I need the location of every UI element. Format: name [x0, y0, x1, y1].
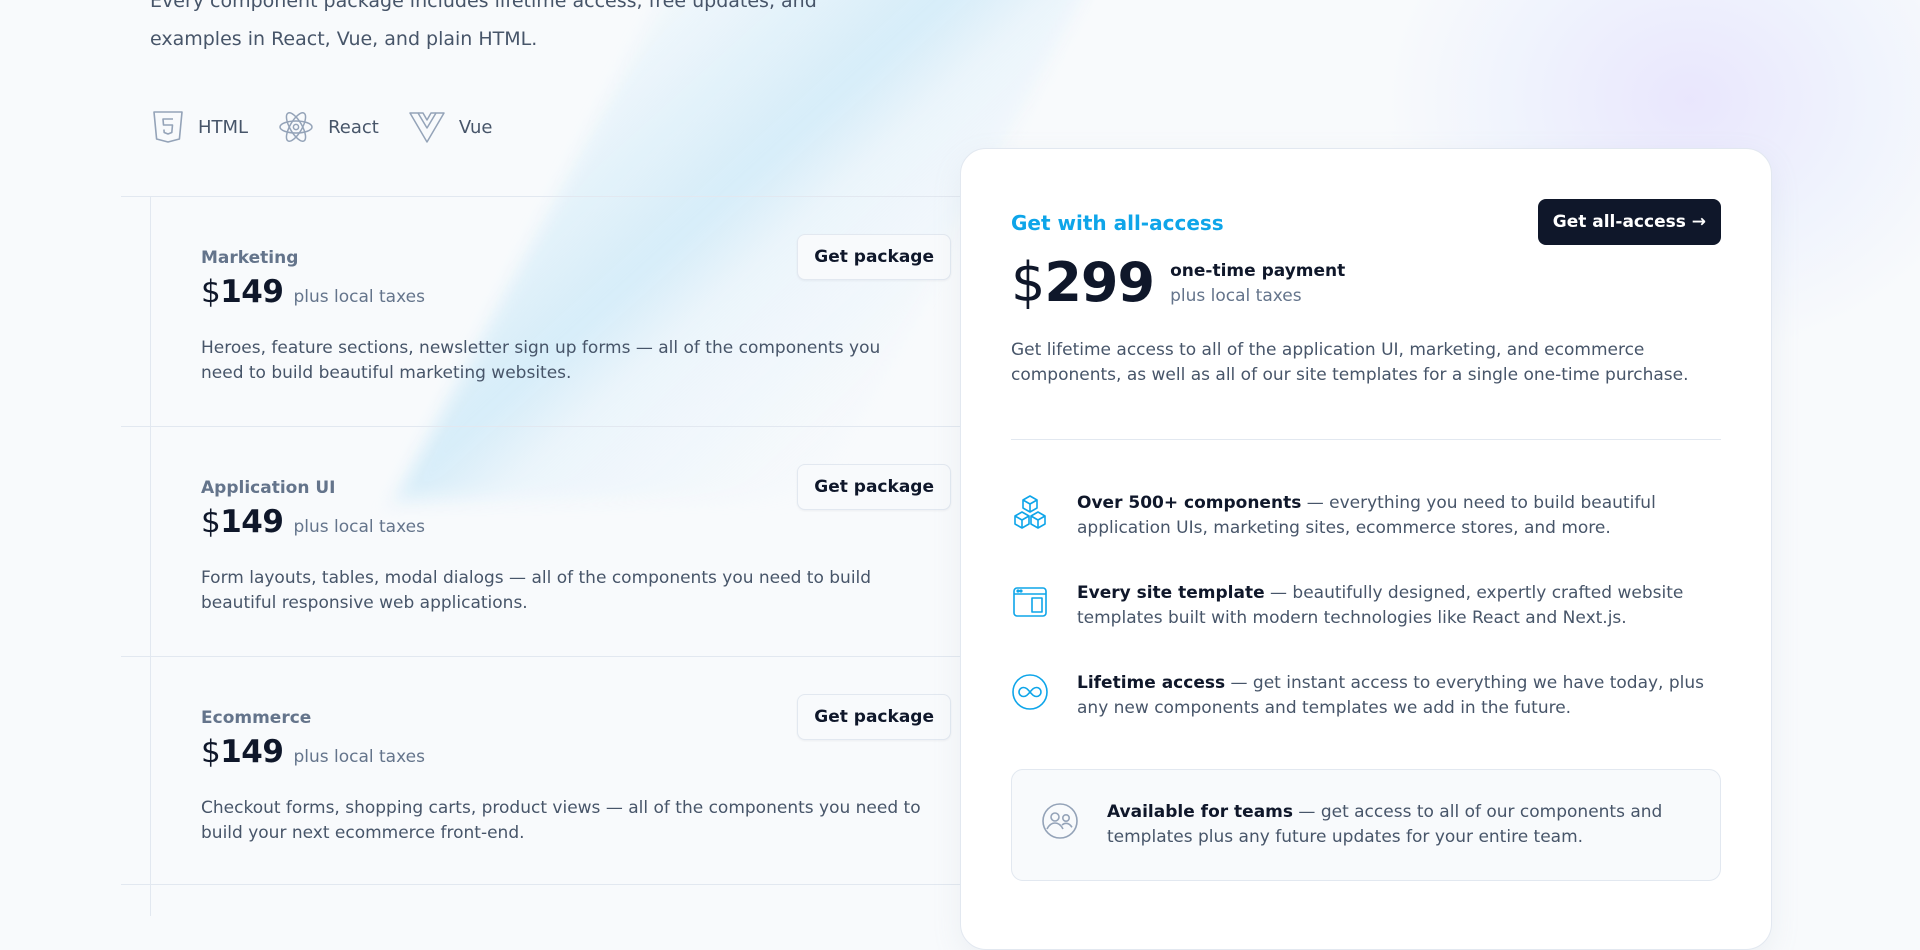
- get-package-button[interactable]: Get package: [797, 234, 951, 280]
- framework-react: React: [278, 110, 379, 144]
- package-description: Checkout forms, shopping carts, product …: [201, 798, 921, 843]
- package-price: $149 plus local taxes: [201, 734, 425, 770]
- framework-vue: Vue: [409, 111, 493, 143]
- card-divider: [1011, 439, 1721, 440]
- get-package-button[interactable]: Get package: [797, 694, 951, 740]
- feature-components: Over 500+ components — everything you ne…: [1011, 491, 1731, 541]
- framework-vue-label: Vue: [458, 116, 493, 138]
- all-access-description: Get lifetime access to all of the applic…: [1011, 340, 1689, 385]
- get-all-access-button[interactable]: Get all-access →: [1537, 199, 1721, 245]
- package-price: $149 plus local taxes: [201, 504, 425, 540]
- framework-html-label: HTML: [198, 116, 249, 138]
- feature-text: Over 500+ components — everything you ne…: [1077, 493, 1656, 538]
- teams-text: Available for teams — get access to all …: [1107, 802, 1663, 847]
- all-access-price-meta: one-time payment plus local taxes: [1170, 253, 1345, 309]
- package-list: Marketing $149 plus local taxes Heroes, …: [121, 196, 961, 916]
- divider: [121, 884, 961, 885]
- package-title: Application UI: [201, 478, 336, 498]
- feature-templates: Every site template — beautifully design…: [1011, 581, 1731, 631]
- feature-lifetime: Lifetime access — get instant access to …: [1011, 671, 1731, 721]
- feature-text: Lifetime access — get instant access to …: [1077, 673, 1705, 718]
- package-title: Ecommerce: [201, 708, 312, 728]
- feature-title: Lifetime access: [1077, 673, 1226, 693]
- all-access-card: Get with all-access Get all-access → $29…: [960, 148, 1772, 950]
- divider: [121, 426, 961, 427]
- package-title: Marketing: [201, 248, 299, 268]
- all-access-price: $299 one-time payment plus local taxes: [1011, 253, 1345, 313]
- intro-text: Every component package includes lifetim…: [150, 0, 870, 58]
- package-tax-note: plus local taxes: [293, 517, 425, 537]
- teams-callout: Available for teams — get access to all …: [1011, 769, 1721, 881]
- get-package-button[interactable]: Get package: [797, 464, 951, 510]
- teams-title: Available for teams: [1107, 802, 1294, 822]
- package-description: Heroes, feature sections, newsletter sig…: [201, 338, 881, 383]
- vue-icon: [409, 111, 445, 143]
- framework-html: HTML: [152, 110, 248, 144]
- divider: [121, 196, 961, 197]
- feature-title: Every site template: [1077, 583, 1265, 603]
- framework-react-label: React: [328, 116, 379, 138]
- intro-line-2: examples in React, Vue, and plain HTML.: [150, 28, 538, 50]
- browser-window-icon: [1011, 581, 1049, 631]
- package-amount: $149: [201, 274, 284, 310]
- package-description: Form layouts, tables, modal dialogs — al…: [201, 568, 872, 613]
- react-icon: [278, 110, 314, 144]
- intro-line-1: Every component package includes lifetim…: [150, 0, 817, 12]
- all-access-amount: $299: [1011, 251, 1155, 314]
- html5-icon: [152, 110, 184, 144]
- framework-list: HTML React Vue: [152, 110, 492, 144]
- divider: [121, 656, 961, 657]
- package-price: $149 plus local taxes: [201, 274, 425, 310]
- payment-note: one-time payment: [1170, 261, 1346, 281]
- package-tax-note: plus local taxes: [293, 287, 425, 307]
- package-amount: $149: [201, 734, 284, 770]
- all-access-tax-note: plus local taxes: [1170, 286, 1302, 306]
- package-tax-note: plus local taxes: [293, 747, 425, 767]
- feature-title: Over 500+ components: [1077, 493, 1302, 513]
- cubes-icon: [1011, 491, 1049, 541]
- infinity-icon: [1011, 671, 1049, 721]
- feature-text: Every site template — beautifully design…: [1077, 583, 1684, 628]
- all-access-eyebrow: Get with all-access: [1011, 211, 1224, 235]
- package-amount: $149: [201, 504, 284, 540]
- team-icon: [1040, 801, 1080, 845]
